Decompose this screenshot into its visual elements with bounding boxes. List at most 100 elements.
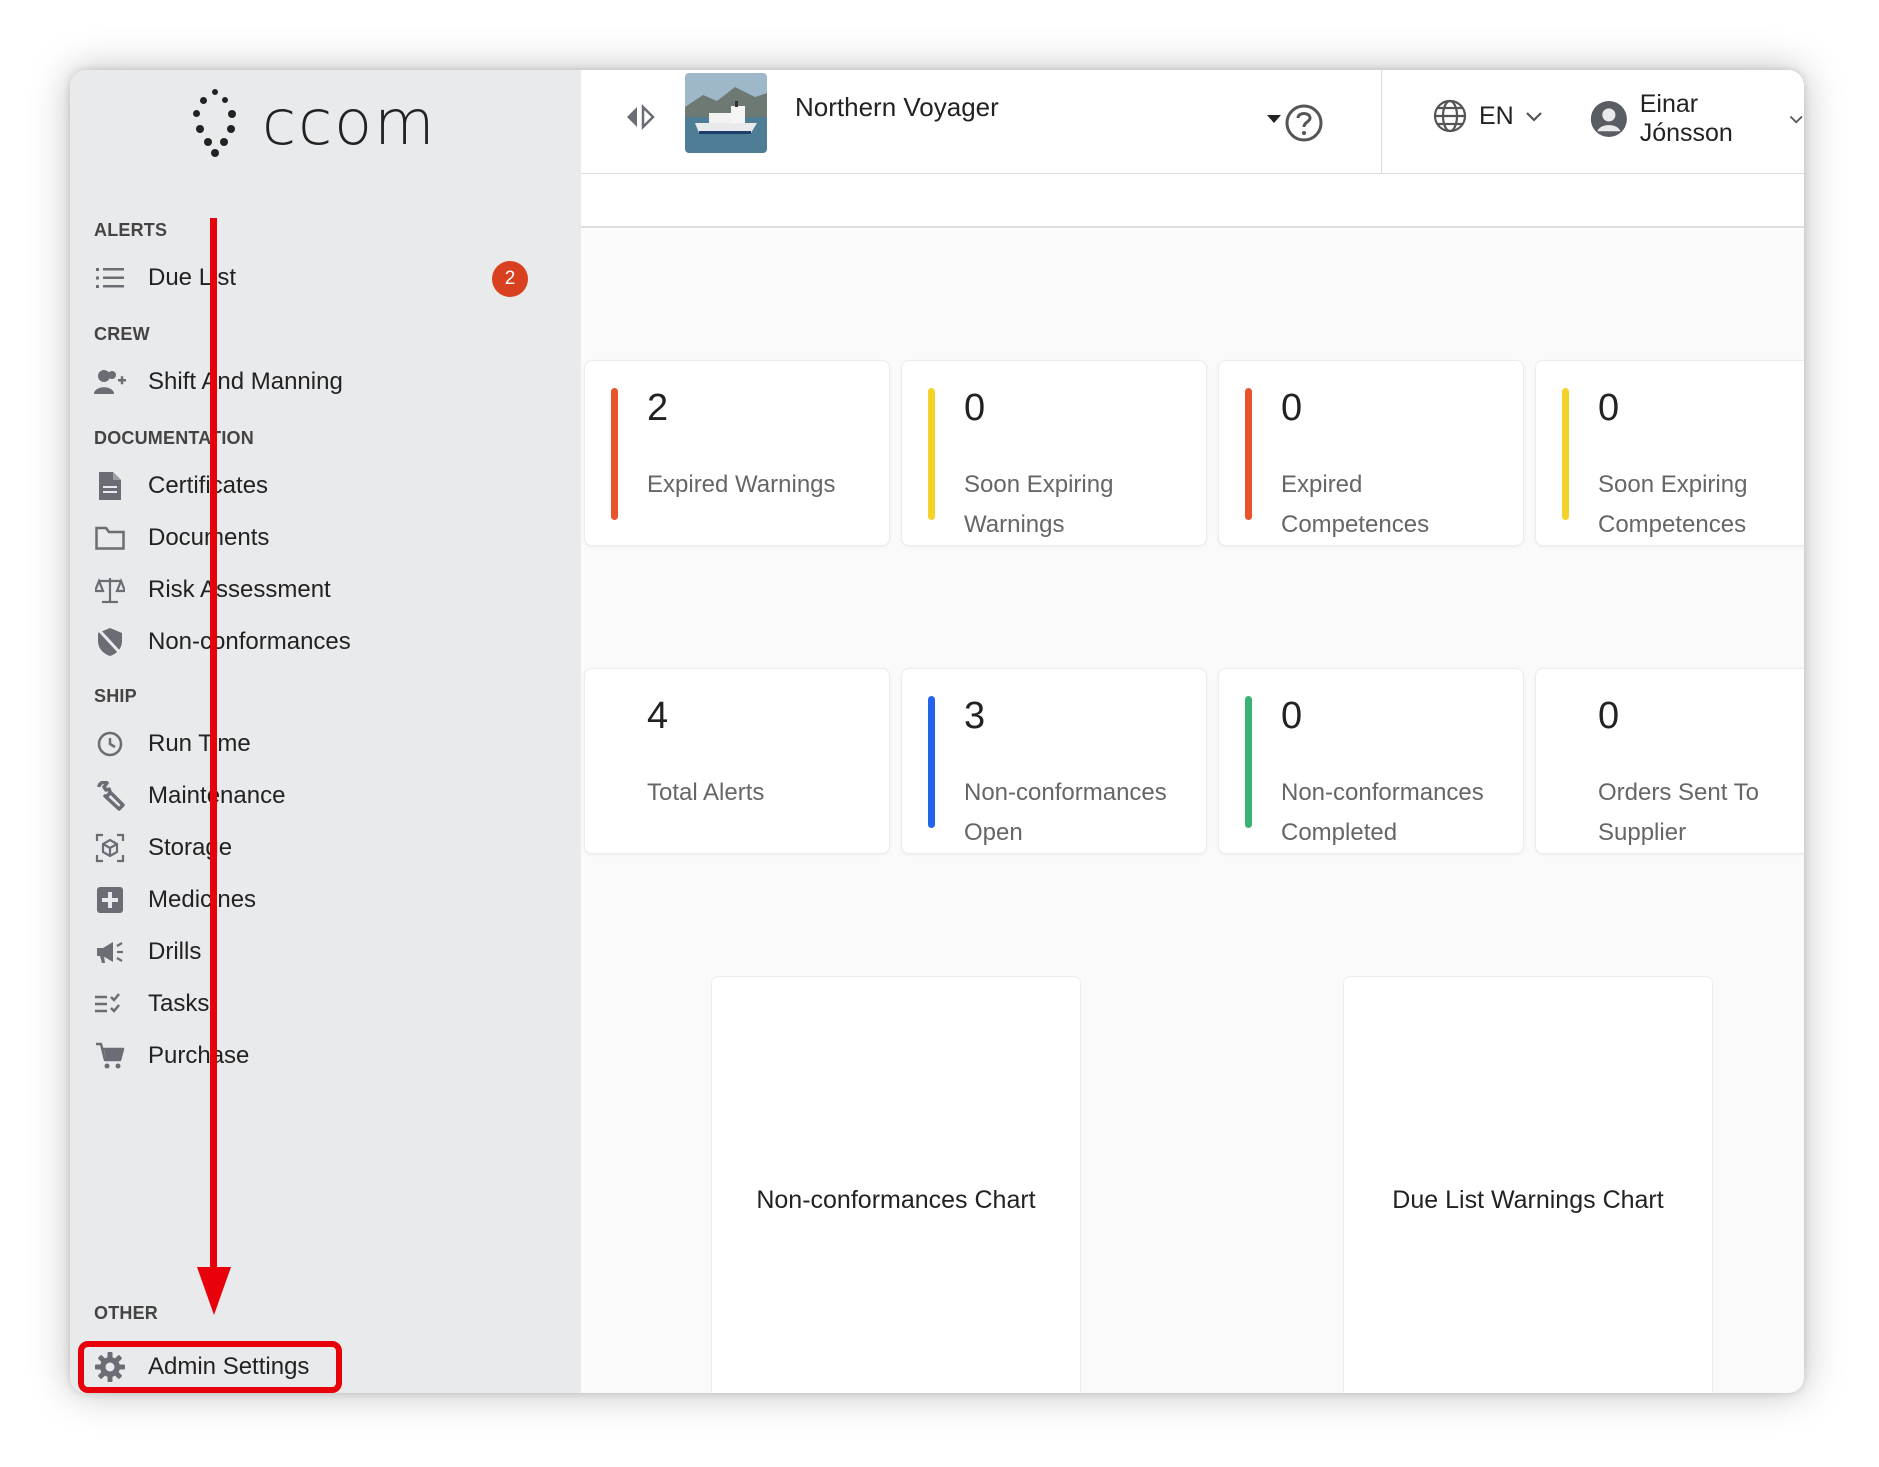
stat-label: Orders Sent To Supplier bbox=[1598, 779, 1759, 846]
sidebar-item-label: Certificates bbox=[148, 472, 269, 499]
stat-color-bar bbox=[611, 388, 618, 520]
stat-card-expired-competences[interactable]: 0 Expired Competences bbox=[1218, 360, 1524, 546]
sidebar-item-label: Purchase bbox=[148, 1042, 250, 1069]
user-name: Einar Jónsson bbox=[1639, 90, 1733, 147]
user-menu[interactable]: Einar Jónsson bbox=[1590, 90, 1804, 148]
due-list-warnings-chart[interactable]: Due List Warnings Chart bbox=[1343, 976, 1713, 1393]
history-icon bbox=[94, 728, 126, 760]
sidebar-item-non-conformances[interactable]: Non-conformances bbox=[94, 622, 351, 662]
language-code: EN bbox=[1479, 101, 1514, 130]
non-conformances-chart[interactable]: Non-conformances Chart bbox=[711, 976, 1081, 1393]
sidebar-item-label: Risk Assessment bbox=[148, 576, 331, 603]
collapse-arrows-icon bbox=[627, 104, 655, 130]
globe-icon bbox=[1433, 99, 1467, 133]
chevron-down-icon bbox=[1525, 112, 1542, 122]
ship-name: Northern Voyager bbox=[795, 92, 999, 122]
stat-value: 2 bbox=[647, 387, 669, 429]
stat-color-bar bbox=[928, 388, 935, 520]
section-crew: CREW bbox=[94, 324, 150, 344]
annotation-highlight-box bbox=[78, 1341, 342, 1393]
chart-title: Due List Warnings Chart bbox=[1392, 1185, 1664, 1214]
annotation-arrow-line bbox=[210, 218, 217, 1273]
header-subbar bbox=[581, 174, 1804, 228]
sidebar-item-label: Drills bbox=[148, 938, 202, 965]
sidebar-item-label: Non-conformances bbox=[148, 628, 351, 655]
stat-value: 0 bbox=[1598, 387, 1620, 429]
stat-card-non-conformances-open[interactable]: 3 Non-conformances Open bbox=[901, 668, 1207, 854]
shopping-cart-icon bbox=[94, 1040, 126, 1072]
sidebar-item-certificates[interactable]: Certificates bbox=[94, 466, 268, 506]
stat-value: 0 bbox=[1281, 387, 1303, 429]
stat-value: 0 bbox=[1281, 695, 1303, 737]
ccom-logo[interactable]: ccom bbox=[190, 70, 437, 175]
sidebar-item-label: Documents bbox=[148, 524, 270, 551]
balance-scale-icon bbox=[94, 574, 126, 606]
stat-label: Non-conformances Completed bbox=[1281, 779, 1484, 846]
due-list-count-badge: 2 bbox=[492, 261, 528, 297]
folder-icon bbox=[94, 522, 126, 554]
sidebar-item-label: Shift And Manning bbox=[148, 368, 343, 395]
chevron-down-icon bbox=[1789, 115, 1803, 124]
sidebar-item-label: Run Time bbox=[148, 730, 251, 757]
stat-card-expired-warnings[interactable]: 2 Expired Warnings bbox=[584, 360, 890, 546]
annotation-arrow-head bbox=[197, 1267, 231, 1315]
collapse-sidebar-toggle[interactable] bbox=[624, 104, 656, 130]
sidebar-item-maintenance[interactable]: Maintenance bbox=[94, 776, 285, 816]
caret-down-icon bbox=[1267, 115, 1281, 123]
sidebar: ccom ALERTS Due List 2 CREW Shift And Ma… bbox=[70, 70, 581, 1393]
stat-color-bar bbox=[1245, 696, 1252, 828]
stat-card-soon-expiring-warnings[interactable]: 0 Soon Expiring Warnings bbox=[901, 360, 1207, 546]
stat-color-bar bbox=[1562, 388, 1569, 520]
document-icon bbox=[94, 470, 126, 502]
section-documentation: DOCUMENTATION bbox=[94, 428, 254, 448]
list-icon bbox=[94, 262, 126, 294]
sidebar-item-run-time[interactable]: Run Time bbox=[94, 724, 251, 764]
language-selector[interactable]: EN bbox=[1433, 99, 1544, 133]
stat-color-bar bbox=[928, 696, 935, 828]
section-alerts: ALERTS bbox=[94, 220, 168, 240]
logo-text: ccom bbox=[262, 86, 437, 159]
sidebar-item-drills[interactable]: Drills bbox=[94, 932, 201, 972]
header-divider bbox=[1381, 70, 1382, 174]
dashboard-main: 2 Expired Warnings 0 Soon Expiring Warni… bbox=[581, 230, 1804, 1393]
stat-label: Expired Competences bbox=[1281, 471, 1430, 538]
stat-value: 0 bbox=[964, 387, 986, 429]
sidebar-item-documents[interactable]: Documents bbox=[94, 518, 269, 558]
shield-off-icon bbox=[94, 626, 126, 658]
megaphone-icon bbox=[94, 936, 126, 968]
wrench-icon bbox=[94, 780, 126, 812]
ship-selector-dropdown[interactable] bbox=[1267, 103, 1323, 147]
user-avatar-icon bbox=[1590, 100, 1627, 138]
sidebar-item-purchase[interactable]: Purchase bbox=[94, 1036, 249, 1076]
medical-plus-icon bbox=[94, 884, 126, 916]
sidebar-item-label: Tasks bbox=[148, 990, 210, 1017]
stat-label: Expired Warnings bbox=[647, 471, 836, 498]
sidebar-item-label: Storage bbox=[148, 834, 233, 861]
sidebar-item-shift-and-manning[interactable]: Shift And Manning bbox=[94, 362, 343, 402]
stat-value: 0 bbox=[1598, 695, 1620, 737]
app-window: ccom ALERTS Due List 2 CREW Shift And Ma… bbox=[70, 70, 1804, 1393]
section-ship: SHIP bbox=[94, 686, 137, 706]
checklist-icon bbox=[94, 988, 126, 1020]
stat-label: Total Alerts bbox=[647, 779, 765, 806]
stat-value: 4 bbox=[647, 695, 669, 737]
stat-card-soon-expiring-competences[interactable]: 0 Soon Expiring Competences bbox=[1535, 360, 1804, 546]
stat-color-bar bbox=[1245, 388, 1252, 520]
ship-thumbnail bbox=[685, 73, 767, 153]
logo-dots-icon bbox=[190, 83, 240, 163]
sidebar-item-medicines[interactable]: Medicines bbox=[94, 880, 256, 920]
stat-card-total-alerts[interactable]: 4 Total Alerts bbox=[584, 668, 890, 854]
stat-card-non-conformances-completed[interactable]: 0 Non-conformances Completed bbox=[1218, 668, 1524, 854]
stat-value: 3 bbox=[964, 695, 986, 737]
stat-label: Soon Expiring Competences bbox=[1598, 471, 1748, 538]
sidebar-item-label: Medicines bbox=[148, 886, 257, 913]
stat-card-orders-sent-to-supplier[interactable]: 0 Orders Sent To Supplier bbox=[1535, 668, 1804, 854]
sidebar-item-tasks[interactable]: Tasks bbox=[94, 984, 209, 1024]
chart-title: Non-conformances Chart bbox=[756, 1185, 1036, 1214]
add-user-icon bbox=[94, 366, 126, 398]
sidebar-item-label: Due List bbox=[148, 264, 237, 291]
box-scan-icon bbox=[94, 832, 126, 864]
stat-label: Soon Expiring Warnings bbox=[964, 471, 1114, 538]
top-header: Northern Voyager EN Einar Jónsson bbox=[581, 70, 1804, 174]
section-other: OTHER bbox=[94, 1303, 158, 1323]
